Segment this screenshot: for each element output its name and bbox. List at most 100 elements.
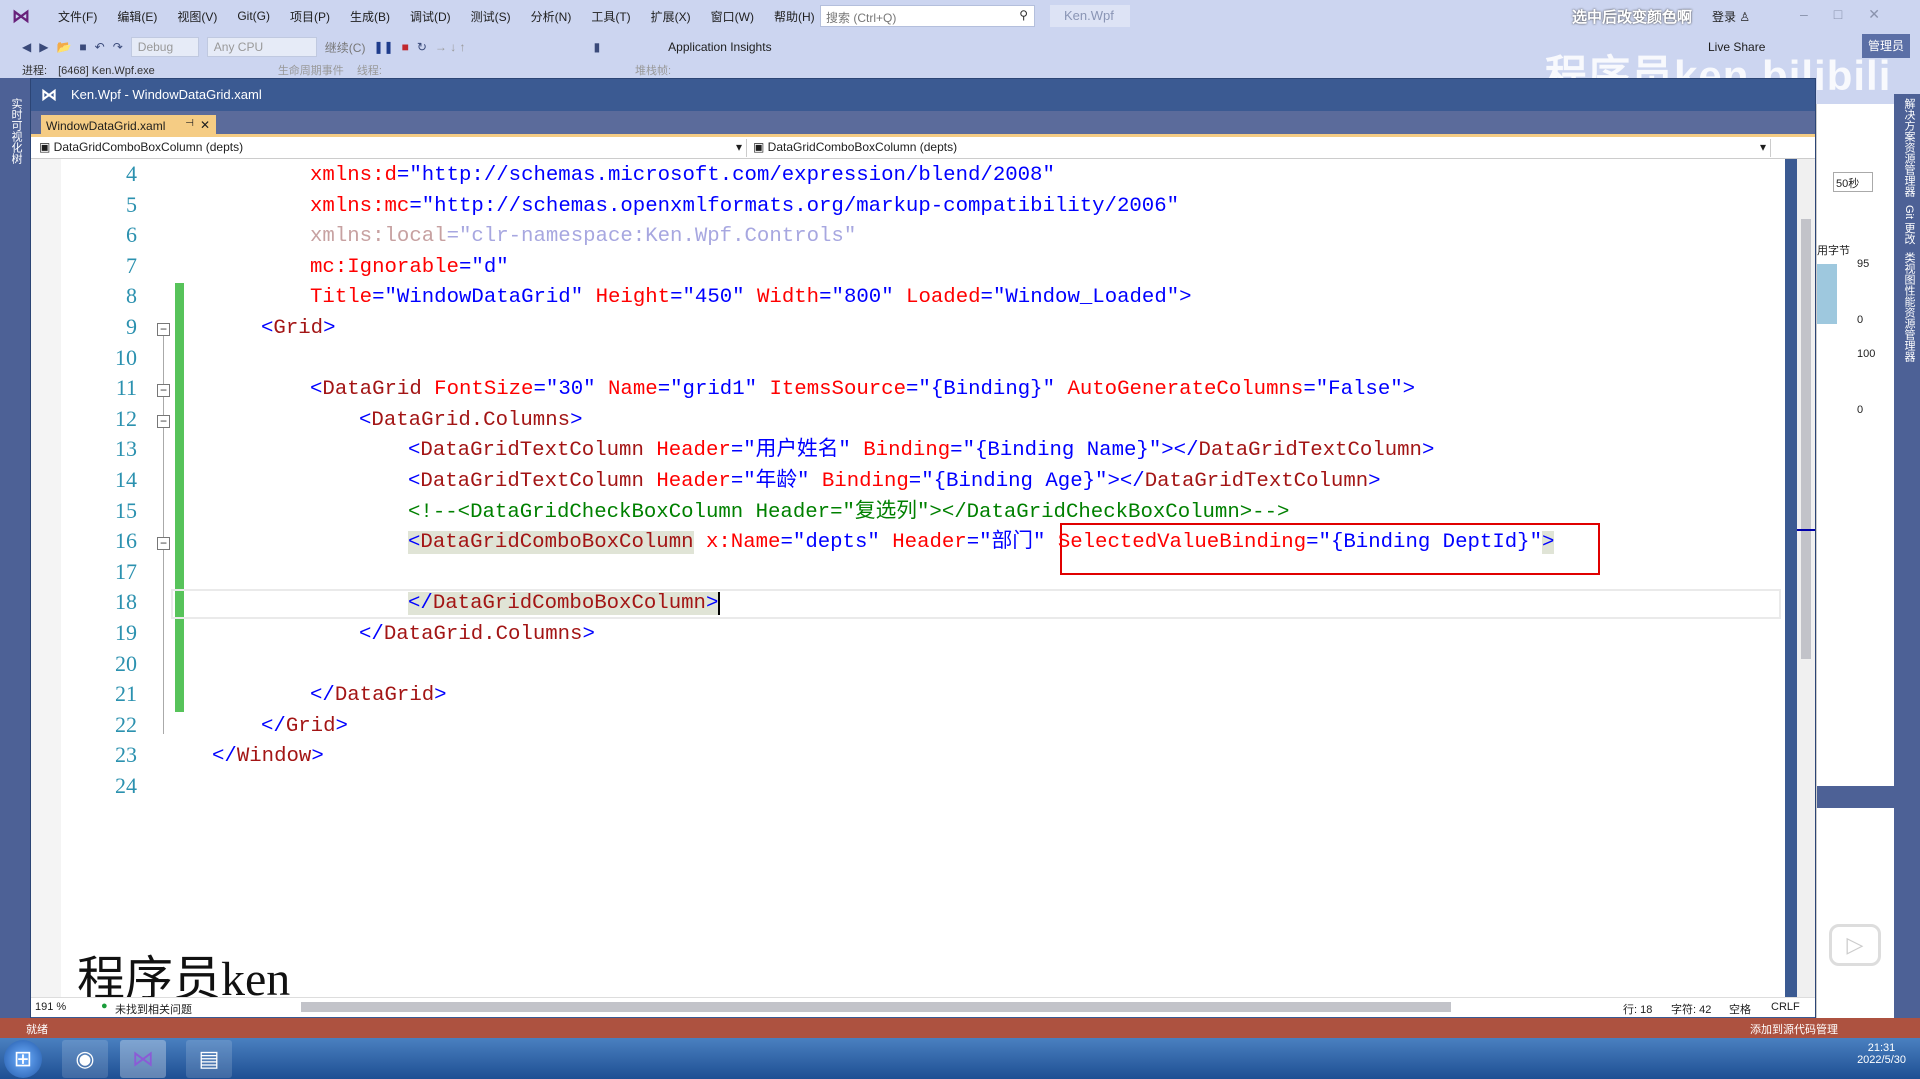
tab-strip: WindowDataGrid.xaml ⊣ ✕ bbox=[31, 111, 1815, 137]
stop-icon[interactable]: ■ bbox=[402, 40, 409, 54]
nav-left-dropdown[interactable]: ▣ DataGridComboBoxColumn (depts) ▾ bbox=[35, 139, 747, 157]
code-line[interactable]: <Grid> bbox=[261, 314, 336, 344]
menu-help[interactable]: 帮助(H) bbox=[764, 8, 825, 25]
open-icon[interactable]: 📂 bbox=[56, 40, 71, 54]
menu-git[interactable]: Git(G) bbox=[227, 9, 280, 23]
code-token: {Binding DeptId} bbox=[1330, 531, 1530, 555]
collapse-toggle[interactable]: − bbox=[157, 323, 170, 336]
code-line[interactable]: <DataGrid FontSize="30" Name="grid1" Ite… bbox=[310, 375, 1415, 405]
forward-icon[interactable]: ▶ bbox=[39, 40, 48, 54]
code-token: =" bbox=[780, 531, 806, 555]
code-token: {Binding Age} bbox=[933, 470, 1096, 493]
code-line[interactable]: <DataGridTextColumn Header="用户姓名" Bindin… bbox=[408, 436, 1434, 466]
window-controls[interactable]: –□✕ bbox=[1800, 6, 1906, 23]
panel-divider bbox=[1817, 786, 1895, 808]
code-token: Name bbox=[608, 378, 658, 402]
config-dropdown[interactable]: Debug bbox=[130, 37, 199, 57]
code-token: < bbox=[408, 439, 421, 463]
line-ending[interactable]: CRLF bbox=[1771, 1001, 1800, 1013]
check-icon: ● bbox=[101, 1000, 108, 1012]
add-to-source-control-button[interactable]: 添加到源代码管理 bbox=[1750, 1021, 1838, 1037]
code-token: SelectedValueBinding bbox=[1057, 531, 1307, 555]
bookmark-icon[interactable]: ▮ bbox=[594, 40, 601, 54]
code-token: " bbox=[838, 439, 864, 463]
save-icon[interactable]: ■ bbox=[79, 40, 86, 54]
git-changes-tab[interactable]: Git 更改 bbox=[1894, 201, 1920, 248]
code-line[interactable]: </DataGrid> bbox=[310, 681, 447, 711]
tab-windowdatagrid-xaml[interactable]: WindowDataGrid.xaml ⊣ ✕ bbox=[41, 115, 216, 137]
collapse-toggle[interactable]: − bbox=[157, 414, 170, 428]
pause-icon[interactable]: ❚❚ bbox=[373, 40, 393, 54]
menu-build[interactable]: 生成(B) bbox=[340, 8, 400, 25]
code-token: 450 bbox=[694, 286, 733, 310]
horizontal-scrollbar[interactable] bbox=[301, 1002, 1451, 1012]
menu-window[interactable]: 窗口(W) bbox=[701, 8, 764, 25]
project-name: Ken.Wpf bbox=[1050, 5, 1130, 27]
application-insights-button[interactable]: Application Insights bbox=[668, 40, 771, 54]
whitespace-mode[interactable]: 空格 bbox=[1729, 1001, 1751, 1017]
menu-edit[interactable]: 编辑(E) bbox=[107, 8, 167, 25]
line-number: 17 bbox=[115, 558, 137, 584]
solution-explorer-tab[interactable]: 解决方案资源管理器 bbox=[1894, 94, 1920, 201]
menu-project[interactable]: 项目(P) bbox=[280, 8, 340, 25]
code-token: http://schemas.microsoft.com/expression/… bbox=[421, 164, 1043, 187]
undo-icon[interactable]: ↶ bbox=[95, 40, 105, 54]
pin-icon[interactable]: ⊣ bbox=[185, 118, 194, 129]
collapse-toggle[interactable]: − bbox=[157, 537, 170, 551]
timer-input[interactable]: 50秒 bbox=[1833, 172, 1873, 192]
chrome-icon[interactable]: ◉ bbox=[62, 1040, 108, 1078]
vertical-scrollbar[interactable] bbox=[1797, 159, 1815, 997]
code-token: > bbox=[570, 408, 583, 432]
platform-dropdown[interactable]: Any CPU bbox=[206, 37, 317, 57]
code-line[interactable]: <!--<DataGridCheckBoxColumn Header="复选列"… bbox=[408, 498, 1289, 528]
continue-button[interactable]: 继续(C) bbox=[325, 39, 366, 56]
menu-analyze[interactable]: 分析(N) bbox=[521, 8, 582, 25]
visual-studio-icon[interactable]: ⋈ bbox=[120, 1040, 166, 1078]
start-button[interactable]: ⊞ bbox=[4, 1040, 42, 1078]
code-line[interactable]: Title="WindowDataGrid" Height="450" Widt… bbox=[310, 283, 1192, 313]
class-view-tab[interactable]: 类视图性能资源管理器 bbox=[1894, 248, 1920, 366]
restart-icon[interactable]: ↻ bbox=[417, 40, 427, 54]
document-window: ⋈ Ken.Wpf - WindowDataGrid.xaml WindowDa… bbox=[30, 78, 1816, 1020]
code-line[interactable]: xmlns:mc="http://schemas.openxmlformats.… bbox=[310, 192, 1179, 222]
stack-frame-label: 堆栈帧: bbox=[635, 65, 672, 77]
clock-time: 21:31 bbox=[1867, 1042, 1896, 1054]
code-token: =" bbox=[1303, 378, 1329, 402]
process-dropdown[interactable]: [6468] Ken.Wpf.exe bbox=[58, 65, 155, 77]
zoom-dropdown[interactable]: 191 % bbox=[35, 1001, 66, 1013]
menu-test[interactable]: 测试(S) bbox=[461, 8, 521, 25]
menu-extensions[interactable]: 扩展(X) bbox=[641, 8, 701, 25]
step-icon[interactable]: → ↓ ↑ bbox=[435, 40, 466, 54]
back-icon[interactable]: ◀ bbox=[22, 40, 31, 54]
code-line[interactable]: </Grid> bbox=[261, 712, 348, 742]
line-number: 24 bbox=[115, 773, 137, 798]
code-line[interactable]: xmlns:d="http://schemas.microsoft.com/ex… bbox=[310, 161, 1055, 191]
notepad-icon[interactable]: ▤ bbox=[186, 1040, 232, 1078]
code-line[interactable]: mc:Ignorable="d" bbox=[310, 253, 509, 283]
lifecycle-events[interactable]: 生命周期事件 bbox=[278, 65, 344, 77]
scroll-thumb[interactable] bbox=[1801, 219, 1811, 659]
code-line[interactable]: </Window> bbox=[212, 742, 324, 772]
code-line[interactable]: <DataGridComboBoxColumn x:Name="depts" H… bbox=[408, 528, 1555, 558]
search-input[interactable]: 搜索 (Ctrl+Q) ⚲ bbox=[820, 5, 1035, 27]
code-line[interactable]: xmlns:local="clr-namespace:Ken.Wpf.Contr… bbox=[310, 222, 856, 252]
menu-view[interactable]: 视图(V) bbox=[167, 8, 227, 25]
code-editor[interactable]: 4 xmlns:d="http://schemas.microsoft.com/e… bbox=[31, 159, 1785, 997]
menu-tools[interactable]: 工具(T) bbox=[581, 8, 640, 25]
issues-status[interactable]: 未找到相关问题 bbox=[115, 1001, 192, 1017]
code-token: Loaded bbox=[906, 286, 981, 310]
code-token: </ bbox=[408, 592, 433, 616]
code-line[interactable]: <DataGrid.Columns> bbox=[359, 406, 582, 436]
collapse-toggle[interactable]: − bbox=[157, 384, 170, 398]
system-clock[interactable]: 21:31 2022/5/30 bbox=[1857, 1042, 1906, 1066]
code-line[interactable]: <DataGridTextColumn Header="年龄" Binding=… bbox=[408, 467, 1381, 497]
redo-icon[interactable]: ↷ bbox=[113, 40, 123, 54]
live-visual-tree-tab[interactable]: 实时可视化树 bbox=[0, 78, 32, 184]
code-line[interactable]: </DataGridComboBoxColumn>​ bbox=[408, 589, 721, 619]
menu-file[interactable]: 文件(F) bbox=[48, 8, 107, 25]
nav-right-dropdown[interactable]: ▣ DataGridComboBoxColumn (depts) ▾ bbox=[749, 139, 1771, 157]
close-icon[interactable]: ✕ bbox=[200, 118, 210, 132]
menu-debug[interactable]: 调试(D) bbox=[400, 8, 461, 25]
code-line[interactable]: </DataGrid.Columns> bbox=[359, 620, 595, 650]
login-button[interactable]: 登录 ♙ bbox=[1712, 8, 1750, 25]
